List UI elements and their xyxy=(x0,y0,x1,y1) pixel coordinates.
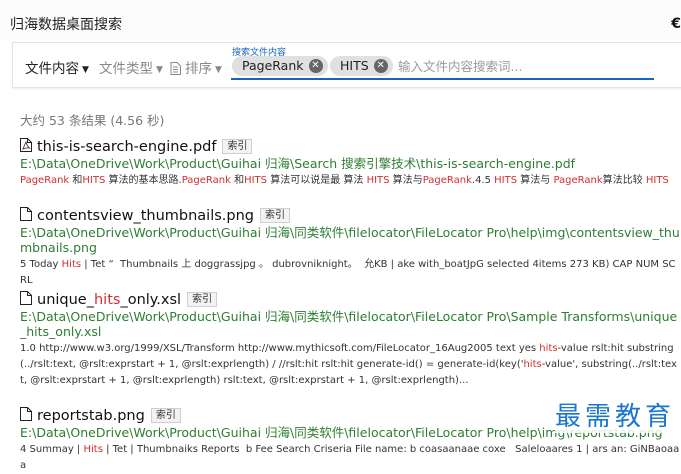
result-title-link[interactable]: this-is-search-engine.pdf xyxy=(37,139,216,155)
title-bar: 归海数据桌面搜索 € xyxy=(0,0,681,40)
result-snippet: 4 Summay | Hits | Tet | Thumbnaiks Repor… xyxy=(20,442,681,474)
snippet-text: _only.xsl xyxy=(120,292,182,308)
file-icon xyxy=(20,291,32,305)
highlight-term: PageRank xyxy=(20,175,70,186)
close-icon[interactable]: ✕ xyxy=(373,59,388,73)
result-snippet: 1.0 http://www.w3.org/1999/XSL/Transform… xyxy=(20,341,681,389)
snippet-text: 算法可以说是最 算法 xyxy=(267,175,367,186)
file-icon xyxy=(20,407,32,421)
index-badge[interactable]: 索引 xyxy=(150,408,181,423)
snippet-text: 5 Today xyxy=(20,259,62,270)
index-badge[interactable]: 索引 xyxy=(222,139,253,154)
result-path-link[interactable]: E:\Data\OneDrive\Work\Product\Guihai 归海\… xyxy=(20,309,681,339)
filter-label: 排序 xyxy=(185,61,212,77)
file-icon xyxy=(20,207,32,221)
highlight-term: HITS xyxy=(645,175,669,186)
snippet-text: 算法的基本思路. xyxy=(105,175,182,186)
app-title: 归海数据桌面搜索 xyxy=(10,17,122,33)
search-input[interactable] xyxy=(398,56,648,76)
caret-down-icon: ▼ xyxy=(82,65,89,75)
snippet-text: 算法与 xyxy=(389,175,423,186)
chip-label: PageRank xyxy=(242,58,304,73)
highlight-term: HITS xyxy=(366,175,390,186)
filter-label: 文件类型 xyxy=(99,61,153,77)
snippet-text: 算法与 xyxy=(517,175,554,186)
result-snippet: PageRank 和HITS 算法的基本思路.PageRank 和HITS 算法… xyxy=(20,173,681,189)
highlight-term: PageRank xyxy=(422,175,472,186)
highlight-term: hits xyxy=(93,292,121,308)
highlight-term: hits xyxy=(539,343,558,354)
chip-hits: HITS ✕ xyxy=(330,56,393,76)
result-count: 大约 53 条结果 (4.56 秒) xyxy=(20,113,165,128)
snippet-text: | Tet | Thumbnaiks Reports b Fee Search … xyxy=(20,444,680,471)
snippet-text: .4.5 xyxy=(471,175,495,186)
pdf-file-icon xyxy=(20,138,32,152)
corner-glyph: € xyxy=(671,16,681,32)
snippet-text: 1.0 http://www.w3.org/1999/XSL/Transform… xyxy=(20,343,540,354)
highlight-term: PageRank xyxy=(553,175,603,186)
close-icon[interactable]: ✕ xyxy=(308,59,323,73)
result-title-link[interactable]: contentsview_thumbnails.png xyxy=(37,208,254,224)
highlight-term: hits xyxy=(523,359,542,370)
filter-label: 文件内容 xyxy=(25,61,79,77)
highlight-term: Hits xyxy=(61,259,82,270)
result-title-link[interactable]: unique_hits_only.xsl xyxy=(37,292,181,308)
highlight-term: HITS xyxy=(244,175,268,186)
result-path-link[interactable]: E:\Data\OneDrive\Work\Product\Guihai 归海\… xyxy=(20,225,681,255)
snippet-text: | Tet “ Thumbnails 上 doggrassjpg 。 dubro… xyxy=(20,259,676,286)
snippet-text: unique_ xyxy=(37,292,94,308)
result-item: contentsview_thumbnails.png 索引 E:\Data\On… xyxy=(20,205,681,289)
snippet-text: 和 xyxy=(230,175,245,186)
filter-sort-dropdown[interactable]: 排序 ▼ xyxy=(170,57,222,77)
search-bar: 文件内容 ▼ 文件类型 ▼ 排序 ▼ 搜索文件内容 PageRank ✕ HITS ✕ xyxy=(12,42,681,88)
chip-label: HITS xyxy=(340,58,369,73)
result-snippet: 5 Today Hits | Tet “ Thumbnails 上 doggra… xyxy=(20,257,681,289)
caret-down-icon: ▼ xyxy=(215,65,222,75)
highlight-term: PageRank xyxy=(181,175,231,186)
chip-pagerank: PageRank ✕ xyxy=(232,56,328,76)
result-path-link[interactable]: E:\Data\OneDrive\Work\Product\Guihai 归海\… xyxy=(20,156,681,171)
watermark-logo: 最需教育 xyxy=(554,396,675,433)
index-badge[interactable]: 索引 xyxy=(260,208,290,223)
filter-file-type-dropdown[interactable]: 文件类型 ▼ xyxy=(99,57,163,77)
filter-file-content-dropdown[interactable]: 文件内容 ▼ xyxy=(25,57,89,77)
result-item: this-is-search-engine.pdf 索引 E:\Data\OneD… xyxy=(20,136,681,189)
snippet-text: 和 xyxy=(69,175,83,186)
caret-down-icon: ▼ xyxy=(156,65,163,75)
sort-icon xyxy=(170,62,181,75)
result-item: unique_hits_only.xsl 索引 E:\Data\OneDrive\… xyxy=(20,289,681,389)
highlight-term: HITS xyxy=(494,175,518,186)
snippet-text: 算法比较 xyxy=(602,175,646,186)
result-title-link[interactable]: reportstab.png xyxy=(37,408,145,424)
index-badge[interactable]: 索引 xyxy=(187,292,218,307)
search-field-underline xyxy=(231,78,654,80)
highlight-term: HITS xyxy=(82,175,106,186)
